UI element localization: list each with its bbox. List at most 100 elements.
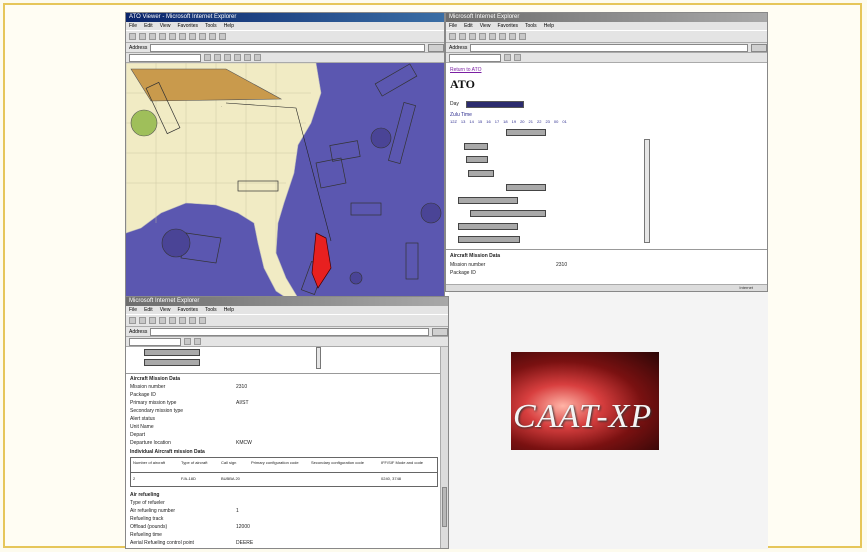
print-icon[interactable]: [199, 317, 206, 324]
stop-icon[interactable]: [469, 33, 476, 40]
detail-go-button[interactable]: [432, 327, 448, 336]
tools-icon[interactable]: [514, 54, 521, 61]
mission-bar[interactable]: [458, 223, 518, 230]
back-icon[interactable]: [129, 317, 136, 324]
refresh-icon[interactable]: [159, 317, 166, 324]
home-icon[interactable]: [169, 317, 176, 324]
links-field[interactable]: [449, 53, 501, 62]
links-field[interactable]: [129, 337, 181, 346]
table-divider: [131, 472, 437, 473]
field-label: Mission number: [130, 384, 166, 390]
layers-icon[interactable]: [254, 54, 261, 61]
map-canvas[interactable]: .: [126, 63, 444, 303]
field-label: Offload (pounds): [130, 524, 168, 530]
menu-item-edit[interactable]: Edit: [144, 23, 153, 29]
favorites-icon[interactable]: [509, 33, 516, 40]
menu-item-file[interactable]: File: [129, 307, 137, 313]
home-icon[interactable]: [489, 33, 496, 40]
menu-item-help[interactable]: Help: [224, 307, 234, 313]
mission-bar[interactable]: [458, 197, 518, 204]
menu-item-help[interactable]: Help: [224, 23, 234, 29]
zoom-in-icon[interactable]: [204, 54, 211, 61]
mission-bar[interactable]: [464, 143, 488, 150]
mission-bar[interactable]: [466, 156, 488, 163]
status-text: Internet: [739, 285, 753, 290]
mission-bar[interactable]: [470, 210, 546, 217]
detail-address-input[interactable]: [150, 327, 429, 336]
day-selector[interactable]: [466, 101, 524, 108]
links-icon[interactable]: [504, 54, 511, 61]
gantt-scrollbar[interactable]: [316, 347, 321, 369]
stop-icon[interactable]: [149, 33, 156, 40]
menu-item-help[interactable]: Help: [544, 23, 554, 29]
zoom-out-icon[interactable]: [214, 54, 221, 61]
menu-item-view[interactable]: View: [160, 23, 171, 29]
menu-item-file[interactable]: File: [129, 23, 137, 29]
home-icon[interactable]: [169, 33, 176, 40]
search-icon[interactable]: [179, 33, 186, 40]
mission-bar[interactable]: [144, 359, 200, 366]
mission-bar[interactable]: [506, 184, 546, 191]
menu-item-edit[interactable]: Edit: [144, 307, 153, 313]
refresh-icon[interactable]: [159, 33, 166, 40]
forward-icon[interactable]: [139, 33, 146, 40]
table-header: Type of aircraft: [181, 460, 208, 465]
detail-scrollbar[interactable]: [440, 347, 448, 548]
ato-address-input[interactable]: [470, 43, 748, 52]
favorites-icon[interactable]: [189, 33, 196, 40]
stop-icon[interactable]: [149, 317, 156, 324]
mail-icon[interactable]: [209, 33, 216, 40]
search-icon[interactable]: [499, 33, 506, 40]
forward-icon[interactable]: [139, 317, 146, 324]
refresh-icon[interactable]: [479, 33, 486, 40]
table-cell: 2: [133, 476, 136, 481]
back-icon[interactable]: [129, 33, 136, 40]
menu-item-tools[interactable]: Tools: [205, 307, 217, 313]
favorites-icon[interactable]: [189, 317, 196, 324]
map-address-bar: Address: [126, 43, 444, 53]
menu-item-file[interactable]: File: [449, 23, 457, 29]
return-link[interactable]: Return to ATO: [450, 67, 482, 73]
print-icon[interactable]: [519, 33, 526, 40]
tactical-map[interactable]: .: [126, 63, 444, 303]
menu-item-edit[interactable]: Edit: [464, 23, 473, 29]
menu-item-tools[interactable]: Tools: [205, 23, 217, 29]
detail-page: Aircraft Mission Data Mission number 2310…: [126, 347, 448, 548]
gantt-scrollbar[interactable]: [644, 139, 650, 243]
menu-item-favorites[interactable]: Favorites: [497, 23, 518, 29]
field-label: Secondary mission type: [130, 408, 184, 414]
field-label: Package ID: [130, 392, 156, 398]
layer-select[interactable]: [129, 53, 201, 62]
mission-bar[interactable]: [144, 349, 200, 356]
back-icon[interactable]: [449, 33, 456, 40]
menu-item-tools[interactable]: Tools: [525, 23, 537, 29]
mission-bar[interactable]: [506, 129, 546, 136]
table-header: Number of aircraft: [133, 460, 166, 465]
field-label: Type of refueler: [130, 500, 165, 506]
mission-number-label: Mission number: [450, 262, 486, 268]
mission-bar[interactable]: [458, 236, 520, 243]
scroll-thumb[interactable]: [442, 487, 447, 527]
ato-go-button[interactable]: [751, 43, 767, 52]
forward-icon[interactable]: [459, 33, 466, 40]
menu-item-favorites[interactable]: Favorites: [177, 307, 198, 313]
select-icon[interactable]: [244, 54, 251, 61]
map-go-button[interactable]: [428, 43, 444, 52]
aircraft-table: Number of aircraft Type of aircraft Call…: [130, 457, 438, 487]
detail-menubar: File Edit View Favorites Tools Help: [126, 306, 448, 314]
map-address-input[interactable]: [150, 43, 425, 52]
menu-item-favorites[interactable]: Favorites: [177, 23, 198, 29]
search-icon[interactable]: [179, 317, 186, 324]
history-icon[interactable]: [199, 33, 206, 40]
tools-icon[interactable]: [194, 338, 201, 345]
menu-item-view[interactable]: View: [160, 307, 171, 313]
mission-bar[interactable]: [468, 170, 494, 177]
map-toolbar: [126, 30, 444, 43]
field-label: Departure location: [130, 440, 171, 446]
field-value: KMCW: [236, 440, 252, 446]
menu-item-view[interactable]: View: [480, 23, 491, 29]
print-icon[interactable]: [219, 33, 226, 40]
pan-icon[interactable]: [224, 54, 231, 61]
measure-icon[interactable]: [234, 54, 241, 61]
links-icon[interactable]: [184, 338, 191, 345]
